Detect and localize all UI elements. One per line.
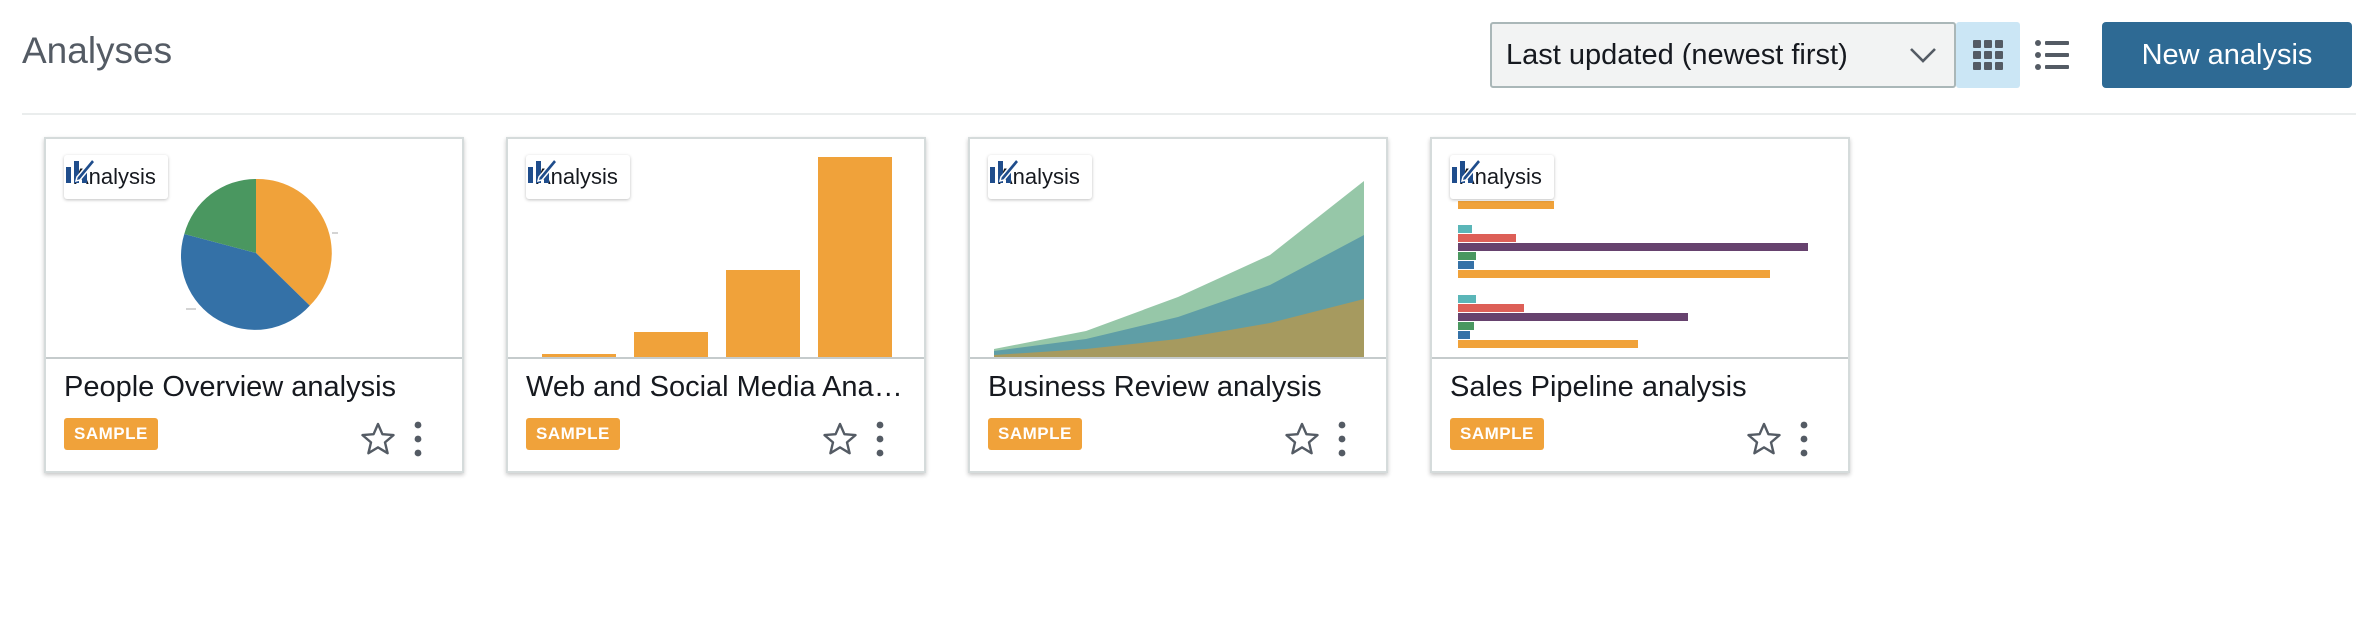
new-analysis-button[interactable]: New analysis — [2102, 22, 2352, 88]
type-badge: Analysis — [1450, 155, 1554, 199]
card-thumbnail: Analysis — [46, 139, 462, 359]
sample-badge: SAMPLE — [1450, 418, 1544, 450]
more-options-icon[interactable] — [872, 419, 888, 459]
analysis-card[interactable]: Analysis Sales Pipeline analysis SAMPLE — [1430, 137, 1850, 473]
sample-badge: SAMPLE — [64, 418, 158, 450]
card-title[interactable]: Sales Pipeline analysis — [1450, 371, 1830, 404]
sort-dropdown-value: Last updated (newest first) — [1506, 38, 1848, 71]
sample-badge: SAMPLE — [526, 418, 620, 450]
page-header: Analyses Last updated (newest first) New… — [22, 0, 2356, 115]
analysis-icon — [1452, 157, 1482, 183]
star-icon[interactable] — [1284, 421, 1320, 457]
sort-dropdown[interactable]: Last updated (newest first) — [1490, 22, 1956, 88]
analysis-icon — [990, 157, 1020, 183]
card-thumbnail: Analysis — [970, 139, 1386, 359]
more-options-icon[interactable] — [410, 419, 426, 459]
type-badge: Analysis — [988, 155, 1092, 199]
star-icon[interactable] — [360, 421, 396, 457]
type-badge: Analysis — [526, 155, 630, 199]
grid-view-icon — [1973, 40, 2003, 70]
card-thumbnail: Analysis — [1432, 139, 1848, 359]
more-options-icon[interactable] — [1796, 419, 1812, 459]
card-title[interactable]: Web and Social Media Analysis — [526, 371, 906, 404]
analysis-icon — [66, 157, 96, 183]
analyses-page: Analyses Last updated (newest first) New… — [0, 0, 2380, 634]
type-badge: Analysis — [64, 155, 168, 199]
card-title[interactable]: People Overview analysis — [64, 371, 444, 404]
page-title: Analyses — [22, 30, 173, 71]
star-icon[interactable] — [822, 421, 858, 457]
list-view-button[interactable] — [2020, 22, 2084, 88]
card-title[interactable]: Business Review analysis — [988, 371, 1368, 404]
analysis-card[interactable]: Analysis Business Review analysis SAMPLE — [968, 137, 1388, 473]
analysis-icon — [528, 157, 558, 183]
analysis-card[interactable]: Analysis People Overview analysis SAMPLE — [44, 137, 464, 473]
sample-badge: SAMPLE — [988, 418, 1082, 450]
list-view-icon — [2035, 40, 2069, 70]
star-icon[interactable] — [1746, 421, 1782, 457]
chevron-down-icon — [1910, 48, 1936, 63]
analysis-card[interactable]: Analysis Web and Social Media Analysis S… — [506, 137, 926, 473]
more-options-icon[interactable] — [1334, 419, 1350, 459]
grid-view-button[interactable] — [1956, 22, 2020, 88]
card-thumbnail: Analysis — [508, 139, 924, 359]
